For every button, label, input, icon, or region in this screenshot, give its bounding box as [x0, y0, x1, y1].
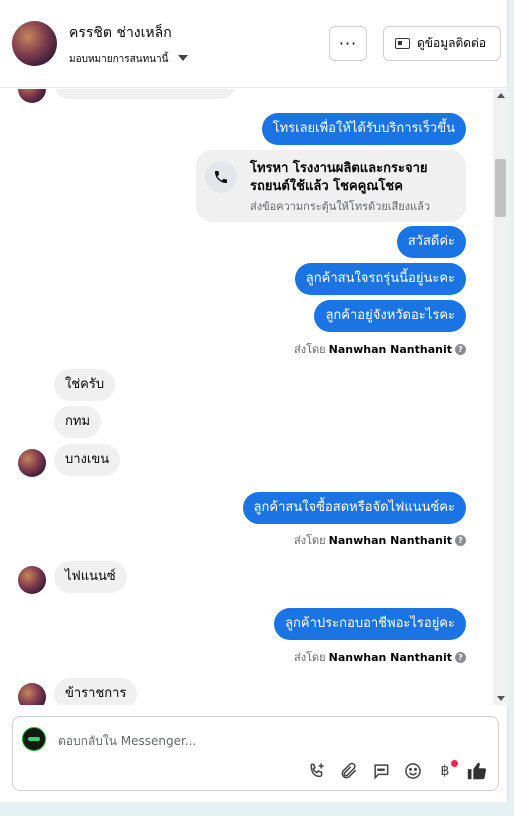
message-incoming: กทม	[54, 406, 102, 438]
contact-avatar-small	[18, 449, 46, 477]
message-incoming: ข้าราชการ	[54, 678, 138, 705]
sent-by-label: ส่งโดย Nanwhan Nanthanit ?	[294, 531, 466, 549]
call-card-subtitle: ส่งข้อความกระตุ้นให้โทรด้วยเสียงแล้ว	[250, 200, 431, 213]
sent-by-name: Nanwhan Nanthanit	[328, 650, 452, 664]
scroll-down-arrow[interactable]	[497, 696, 505, 701]
id-card-icon	[395, 38, 410, 49]
message-outgoing: ลูกค้าสนใจรถรุ่นนี้อยู่นะคะ	[294, 263, 466, 295]
scroll-up-arrow[interactable]	[497, 93, 505, 98]
conversation-header: ครรชิต ช่างเหล็ก มอบหมายการสนทนานี้ ··· …	[0, 0, 508, 88]
baht-icon[interactable]: ฿	[434, 760, 458, 782]
info-icon[interactable]: ?	[455, 343, 466, 355]
contact-name[interactable]: ครรชิต ช่างเหล็ก	[69, 22, 172, 44]
message-outgoing: ลูกค้าสนใจซื้อสดหรือจัดไฟแนนซ์คะ	[242, 492, 466, 524]
view-contact-info-button[interactable]: ดูข้อมูลติดต่อ	[383, 26, 501, 61]
saved-reply-icon[interactable]	[370, 760, 392, 782]
call-card-title: โทรหา โรงงานผลิตและกระจายรถยนต์ใช้แล้ว โ…	[250, 161, 428, 194]
notification-dot	[451, 760, 458, 767]
thumbs-up-icon[interactable]	[466, 760, 488, 782]
sent-by-prefix: ส่งโดย	[294, 534, 326, 547]
assign-conversation[interactable]: มอบหมายการสนทนานี้	[69, 52, 168, 67]
info-icon[interactable]: ?	[455, 534, 466, 546]
thread-scrollbar[interactable]	[493, 89, 508, 705]
sent-by-prefix: ส่งโดย	[294, 343, 326, 356]
contact-avatar-small	[18, 566, 46, 594]
contact-avatar-small	[18, 683, 46, 705]
add-call-icon[interactable]	[306, 760, 328, 782]
conversation-panel: ครรชิต ช่างเหล็ก มอบหมายการสนทนานี้ ··· …	[0, 0, 508, 802]
reply-input[interactable]: ตอบกลับใน Messenger...	[58, 732, 196, 751]
sent-by-label: ส่งโดย Nanwhan Nanthanit ?	[294, 340, 466, 358]
info-icon[interactable]: ?	[455, 651, 466, 663]
message-incoming: ไฟแนนซ์	[54, 561, 127, 593]
view-contact-info-label: ดูข้อมูลติดต่อ	[417, 36, 487, 50]
call-prompt-card: โทรหา โรงงานผลิตและกระจายรถยนต์ใช้แล้ว โ…	[196, 150, 466, 222]
sent-by-name: Nanwhan Nanthanit	[328, 342, 452, 356]
chevron-down-icon[interactable]	[178, 55, 188, 61]
baht-symbol: ฿	[440, 763, 450, 779]
message-thread[interactable]: โทรเลยเพื่อให้ได้รับบริการเร็วขึ้น โทรหา…	[0, 89, 492, 705]
composer-toolbar: ฿	[306, 760, 488, 782]
message-incoming-partial	[54, 89, 236, 99]
message-incoming: ใช่ครับ	[54, 369, 116, 401]
more-options-button[interactable]: ···	[329, 26, 367, 61]
scrollbar-thumb[interactable]	[495, 159, 506, 217]
phone-icon	[205, 161, 237, 193]
contact-avatar-small	[18, 89, 46, 103]
paperclip-icon[interactable]	[338, 760, 360, 782]
page-avatar	[22, 727, 46, 751]
message-outgoing: สวัสดีค่ะ	[396, 226, 466, 258]
message-outgoing: ลูกค้าประกอบอาชีพอะไรอยู่คะ	[274, 608, 466, 640]
contact-avatar[interactable]	[12, 21, 57, 66]
message-incoming: บางเขน	[54, 444, 121, 476]
reply-composer[interactable]: ตอบกลับใน Messenger... ฿	[12, 716, 499, 791]
message-outgoing: โทรเลยเพื่อให้ได้รับบริการเร็วขึ้น	[261, 113, 466, 145]
sent-by-name: Nanwhan Nanthanit	[328, 533, 452, 547]
message-outgoing: ลูกค้าอยู่จังหวัดอะไรคะ	[314, 300, 466, 332]
sent-by-label: ส่งโดย Nanwhan Nanthanit ?	[294, 648, 466, 666]
emoji-icon[interactable]	[402, 760, 424, 782]
sent-by-prefix: ส่งโดย	[294, 651, 326, 664]
